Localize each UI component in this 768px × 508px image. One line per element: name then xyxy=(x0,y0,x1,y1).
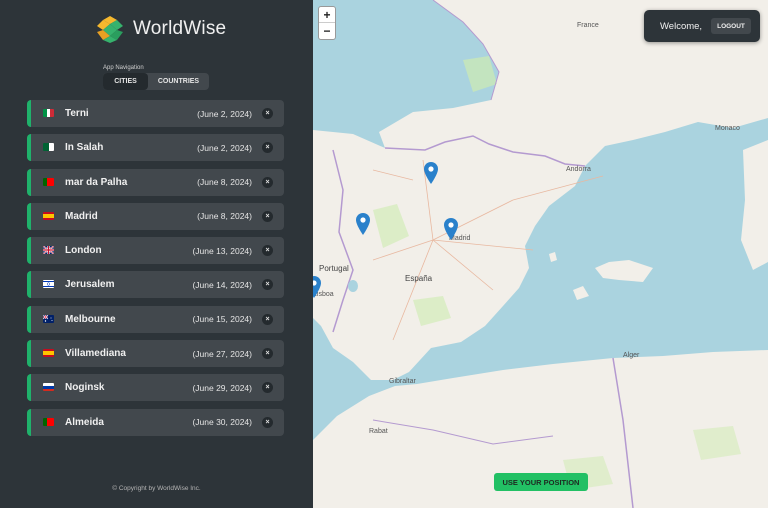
delete-city-button[interactable]: × xyxy=(262,416,273,428)
city-name: London xyxy=(65,245,102,257)
city-date: (June 2, 2024) xyxy=(197,108,252,119)
delete-city-button[interactable]: × xyxy=(262,176,273,188)
map-label-espana: España xyxy=(405,274,433,283)
city-name: Almeida xyxy=(65,416,104,428)
city-item-villamediana[interactable]: Villamediana (June 27, 2024) × xyxy=(27,340,284,368)
spain-flag-icon xyxy=(43,211,54,220)
uk-flag-icon xyxy=(43,246,54,255)
zoom-in-button[interactable]: + xyxy=(319,7,335,23)
map-label-portugal: Portugal xyxy=(319,264,349,273)
city-name: Noginsk xyxy=(65,382,105,394)
city-date: (June 8, 2024) xyxy=(197,211,252,222)
app-logo[interactable]: WorldWise xyxy=(95,14,226,44)
use-position-button[interactable]: USE YOUR POSITION xyxy=(494,473,588,491)
city-name: In Salah xyxy=(65,142,104,154)
copyright-text: © Copyright by WorldWise Inc. xyxy=(112,485,201,492)
map-label-france: France xyxy=(577,22,599,29)
city-name: mar da Palha xyxy=(65,176,128,188)
city-item-mar-da-palha[interactable]: mar da Palha (June 8, 2024) × xyxy=(27,168,284,196)
city-date: (June 30, 2024) xyxy=(192,417,252,428)
russia-flag-icon xyxy=(43,383,54,392)
city-date: (June 14, 2024) xyxy=(192,279,252,290)
user-panel: Welcome, LOGOUT xyxy=(644,10,760,42)
delete-city-button[interactable]: × xyxy=(262,382,273,394)
delete-city-button[interactable]: × xyxy=(262,313,273,325)
city-marker-icon[interactable] xyxy=(356,213,370,235)
app-name: WorldWise xyxy=(133,18,227,39)
city-date: (June 27, 2024) xyxy=(192,348,252,359)
map-label-monaco: Monaco xyxy=(715,125,740,132)
city-item-in-salah[interactable]: In Salah (June 2, 2024) × xyxy=(27,134,284,162)
algeria-flag-icon xyxy=(43,143,54,152)
tab-countries[interactable]: COUNTRIES xyxy=(148,73,209,90)
logout-button[interactable]: LOGOUT xyxy=(711,18,751,34)
delete-city-button[interactable]: × xyxy=(262,210,273,222)
city-marker-icon[interactable] xyxy=(444,218,458,240)
sidebar: WorldWise App Navigation CITIES COUNTRIE… xyxy=(0,0,313,508)
city-item-almeida[interactable]: Almeida (June 30, 2024) × xyxy=(27,408,284,436)
australia-flag-icon xyxy=(43,314,54,323)
map-label-rabat: Rabat xyxy=(369,428,388,435)
delete-city-button[interactable]: × xyxy=(262,245,273,257)
zoom-control: + − xyxy=(318,6,336,40)
city-date: (June 15, 2024) xyxy=(192,314,252,325)
city-item-melbourne[interactable]: Melbourne (June 15, 2024) × xyxy=(27,305,284,333)
city-marker-icon[interactable] xyxy=(313,276,321,298)
spain-flag-icon xyxy=(43,349,54,358)
city-date: (June 2, 2024) xyxy=(197,142,252,153)
map-label-alger: Alger xyxy=(623,352,640,359)
city-item-madrid[interactable]: Madrid (June 8, 2024) × xyxy=(27,202,284,230)
tab-cities[interactable]: CITIES xyxy=(103,73,148,90)
italy-flag-icon xyxy=(43,109,54,117)
map-label-andorra: Andorra xyxy=(566,166,591,173)
zoom-out-button[interactable]: − xyxy=(319,23,335,39)
city-item-noginsk[interactable]: Noginsk (June 29, 2024) × xyxy=(27,374,284,402)
city-item-london[interactable]: London (June 13, 2024) × xyxy=(27,237,284,265)
city-list: Terni (June 2, 2024) × In Salah (June 2,… xyxy=(27,100,284,443)
delete-city-button[interactable]: × xyxy=(262,108,273,119)
israel-flag-icon xyxy=(43,280,54,289)
app-navigation: CITIES COUNTRIES xyxy=(103,73,209,90)
welcome-text: Welcome, xyxy=(660,20,703,32)
map-label-gibraltar: Gibraltar xyxy=(389,378,416,385)
city-date: (June 29, 2024) xyxy=(192,382,252,393)
city-name: Madrid xyxy=(65,210,98,222)
city-date: (June 13, 2024) xyxy=(192,245,252,256)
city-name: Melbourne xyxy=(65,313,116,325)
nav-label: App Navigation xyxy=(103,65,144,71)
city-item-terni[interactable]: Terni (June 2, 2024) × xyxy=(27,100,284,127)
delete-city-button[interactable]: × xyxy=(262,348,273,360)
city-name: Jerusalem xyxy=(65,279,115,291)
city-date: (June 8, 2024) xyxy=(197,177,252,188)
globe-logo-icon xyxy=(96,15,124,43)
portugal-flag-icon xyxy=(43,417,54,426)
delete-city-button[interactable]: × xyxy=(262,142,273,154)
city-name: Terni xyxy=(65,108,89,119)
city-name: Villamediana xyxy=(65,348,126,360)
delete-city-button[interactable]: × xyxy=(262,279,273,291)
city-item-jerusalem[interactable]: Jerusalem (June 14, 2024) × xyxy=(27,271,284,299)
portugal-flag-icon xyxy=(43,177,54,186)
map[interactable]: France Andorra Monaco Portugal España Ma… xyxy=(313,0,768,508)
city-marker-icon[interactable] xyxy=(424,162,438,184)
